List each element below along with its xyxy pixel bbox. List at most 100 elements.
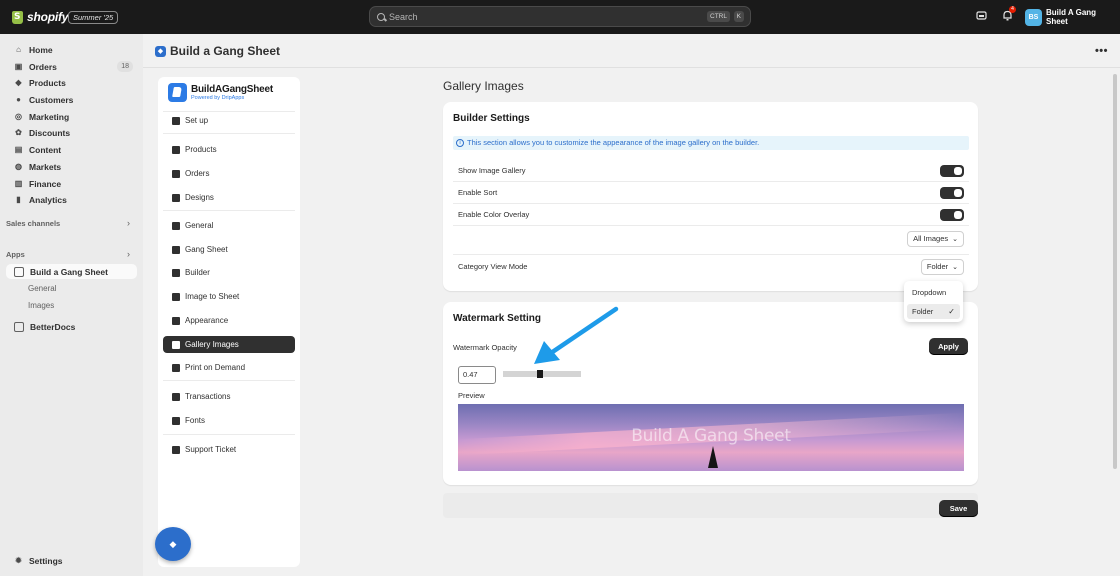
search-icon — [377, 12, 385, 21]
setting-label: Show Image Gallery — [458, 166, 526, 175]
chevron-right-icon[interactable]: › — [127, 218, 130, 228]
app-nav-orders[interactable]: Orders — [163, 165, 295, 182]
sidebar-item-products[interactable]: ◆ Products — [6, 75, 137, 90]
sidebar-item-betterdocs[interactable]: BetterDocs — [6, 319, 137, 334]
store-switcher-icon[interactable] — [975, 10, 987, 22]
brand-mark-icon — [168, 83, 187, 102]
chart-icon: ▮ — [16, 195, 21, 204]
orders-icon — [172, 169, 180, 178]
app-nav-label: Builder — [185, 268, 210, 277]
app-nav-print-on-demand[interactable]: Print on Demand — [163, 359, 295, 376]
shopify-logo[interactable]: shopify — [12, 10, 68, 24]
app-nav-label: Orders — [185, 169, 210, 178]
opacity-label: Watermark Opacity — [453, 343, 517, 352]
search-bar[interactable]: Search CTRL K — [369, 6, 751, 27]
app-nav-support-ticket[interactable]: Support Ticket — [163, 441, 295, 458]
dropdown-option-folder[interactable]: Folder ✓ — [907, 304, 960, 319]
show-gallery-toggle[interactable] — [940, 165, 964, 177]
app-nav-image-to-sheet[interactable]: Image to Sheet — [163, 288, 295, 305]
opacity-slider[interactable] — [503, 370, 581, 378]
store-name: Build A Gang Sheet — [1045, 8, 1097, 26]
slider-handle[interactable] — [537, 370, 543, 378]
preview-label: Preview — [458, 391, 485, 400]
sidebar-item-label: Marketing — [29, 111, 70, 122]
sidebar-item-label: Markets — [29, 161, 62, 172]
app-nav-designs[interactable]: Designs — [163, 189, 295, 206]
info-banner: i This section allows you to customize t… — [453, 136, 969, 150]
sidebar-item-label: Settings — [29, 555, 63, 566]
app-nav-general[interactable]: General — [163, 217, 295, 234]
app-nav-products[interactable]: Products — [163, 141, 295, 158]
shopify-wordmark: shopify — [27, 10, 69, 24]
app-nav-label: General — [185, 221, 214, 230]
edition-badge[interactable]: Summer '25 — [68, 11, 119, 24]
setup-icon — [172, 116, 180, 125]
sidebar-item-finance[interactable]: ▥ Finance — [6, 176, 137, 191]
builder-settings-card: Builder Settings i This section allows y… — [443, 102, 978, 291]
app-nav-label: Gang Sheet — [185, 245, 228, 254]
notification-bell-icon[interactable]: 4 — [1001, 6, 1016, 22]
app-nav-gang-sheet[interactable]: Gang Sheet — [163, 241, 295, 258]
sales-channels-heading[interactable]: Sales channels — [6, 219, 60, 228]
app-nav-fonts[interactable]: Fonts — [163, 412, 295, 429]
sidebar-item-customers[interactable]: ● Customers — [6, 92, 137, 107]
app-nav-gallery-images[interactable]: Gallery Images — [163, 336, 295, 353]
tag-icon: ◆ — [15, 78, 22, 87]
dropdown-option-dropdown[interactable]: Dropdown — [907, 285, 960, 300]
save-button[interactable]: Save — [939, 500, 978, 517]
store-menu[interactable]: BS Build A Gang Sheet — [1025, 8, 1120, 26]
designs-icon — [172, 193, 180, 202]
enable-sort-toggle[interactable] — [940, 187, 964, 199]
all-images-select[interactable]: All Images ⌄ — [907, 231, 964, 247]
chevron-down-icon: ⌄ — [952, 236, 958, 243]
opacity-input[interactable]: 0.47 — [458, 366, 496, 384]
category-view-mode-select[interactable]: Folder ⌄ — [920, 259, 964, 275]
sidebar-item-discounts[interactable]: ✿ Discounts — [6, 125, 137, 140]
setting-label: Enable Sort — [458, 188, 498, 197]
image-icon — [172, 292, 180, 301]
more-actions-icon[interactable]: ••• — [1095, 45, 1108, 57]
sidebar-item-label: BetterDocs — [30, 321, 76, 332]
setting-row-enable-sort: Enable Sort — [453, 182, 969, 204]
apply-button[interactable]: Apply — [929, 338, 968, 355]
chevron-right-icon[interactable]: › — [127, 249, 130, 259]
app-nav-label: Support Ticket — [185, 445, 237, 454]
sidebar-item-settings[interactable]: ✹ Settings — [6, 553, 137, 568]
sidebar-item-label: Customers — [29, 94, 74, 105]
info-icon: i — [456, 139, 464, 147]
apps-heading[interactable]: Apps — [6, 250, 25, 259]
select-value: Folder — [926, 262, 949, 271]
app-nav-appearance[interactable]: Appearance — [163, 312, 295, 329]
app-nav-builder[interactable]: Builder — [163, 264, 295, 281]
color-overlay-toggle[interactable] — [940, 209, 964, 221]
header-divider — [143, 67, 1120, 68]
card-title: Watermark Setting — [453, 313, 541, 324]
chat-launcher-button[interactable]: ◆ — [155, 527, 191, 561]
sidebar-item-markets[interactable]: ◍ Markets — [6, 159, 137, 174]
app-nav-transactions[interactable]: Transactions — [163, 388, 295, 405]
tree-silhouette — [708, 446, 718, 468]
transactions-icon — [172, 392, 180, 401]
sidebar-item-home[interactable]: ⌂ Home — [6, 42, 137, 57]
sidebar-item-content[interactable]: ▤ Content — [6, 142, 137, 157]
app-nav-setup[interactable]: Set up — [163, 112, 295, 129]
sidebar-item-build-a-gang-sheet[interactable]: Build a Gang Sheet — [6, 264, 137, 279]
setting-label: Enable Color Overlay — [458, 210, 530, 219]
sidebar-item-marketing[interactable]: ◎ Marketing — [6, 109, 137, 124]
tools-icon — [172, 268, 180, 277]
sidebar-item-label: Analytics — [29, 194, 67, 205]
annotation-arrow — [534, 306, 619, 364]
sidebar-item-orders[interactable]: ▣ Orders 18 — [6, 59, 137, 74]
sidebar-subitem-images[interactable]: Images — [28, 301, 54, 310]
sidebar-item-label: Products — [29, 77, 66, 88]
scrollbar[interactable] — [1113, 74, 1117, 469]
gallery-icon — [172, 340, 180, 349]
app-nav-label: Transactions — [185, 392, 231, 401]
sidebar-item-analytics[interactable]: ▮ Analytics — [6, 192, 137, 207]
card-title: Builder Settings — [453, 113, 530, 124]
brand-subtitle: Powered by DripApps — [191, 95, 245, 101]
app-icon — [14, 321, 24, 332]
printer-icon — [172, 363, 180, 372]
category-view-dropdown: Dropdown Folder ✓ — [904, 281, 963, 322]
sidebar-subitem-general[interactable]: General — [28, 284, 56, 293]
